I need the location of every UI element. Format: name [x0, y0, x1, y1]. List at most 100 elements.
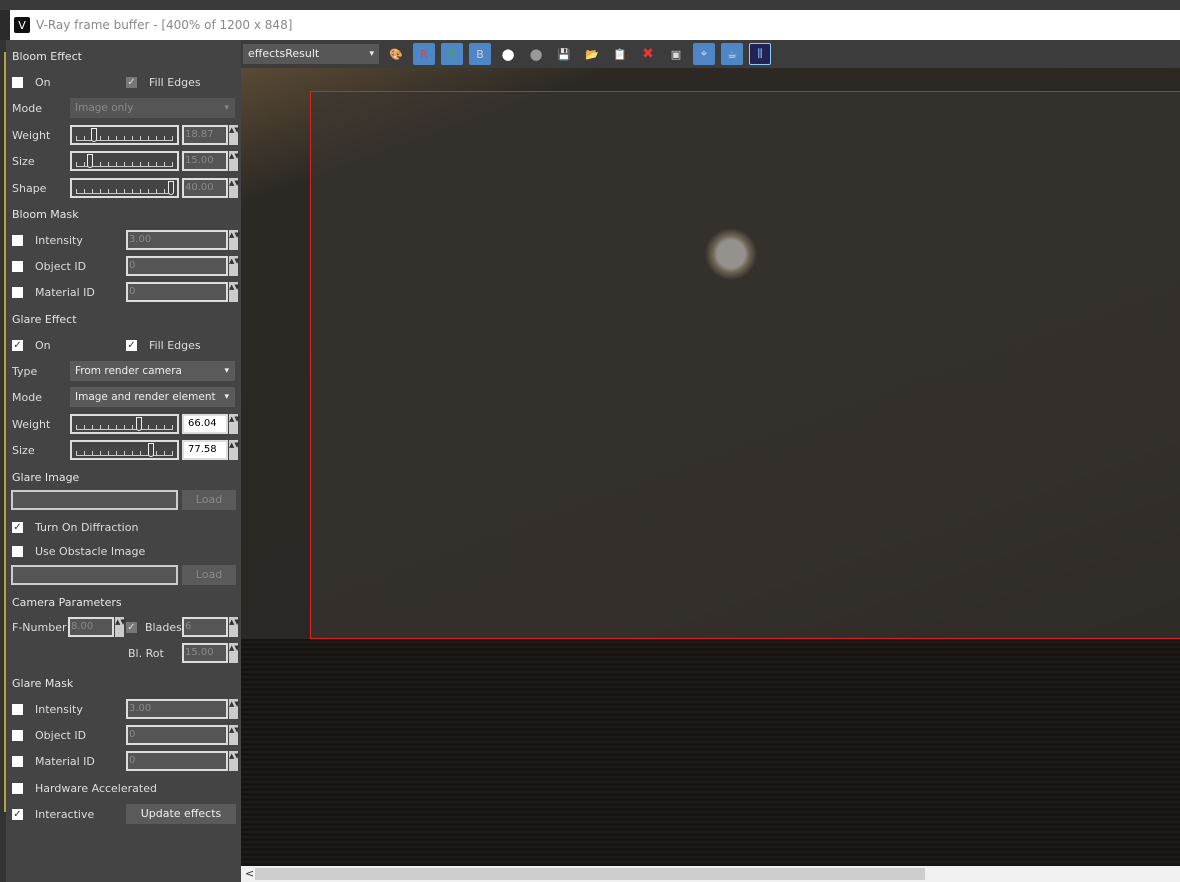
- slider-thumb[interactable]: [90, 128, 97, 142]
- glare-mask-title: Glare Mask: [12, 676, 74, 690]
- bloom-size-slider[interactable]: [70, 151, 179, 171]
- bloom-weight-label: Weight: [12, 128, 51, 142]
- channel-dropdown[interactable]: effectsResult: [243, 44, 379, 64]
- diffraction-checkbox[interactable]: ✓ Turn On Diffraction: [12, 517, 138, 537]
- bloom-mode-dropdown[interactable]: Image only: [70, 98, 235, 118]
- clipboard-icon[interactable]: 📋: [609, 43, 631, 65]
- slider-thumb[interactable]: [147, 443, 154, 457]
- slider-thumb[interactable]: [87, 154, 94, 168]
- viewer-toolbar: effectsResult 🎨 R G B ● ● 💾 📂 📋 ✖ ▣ ⌖ ☕ …: [241, 40, 1180, 68]
- bloom-shape-input[interactable]: 40.00: [182, 178, 228, 198]
- check-icon: ✓: [126, 339, 137, 351]
- red-channel-button[interactable]: R: [413, 43, 435, 65]
- bloom-section-title: Bloom Effect: [12, 49, 82, 63]
- bloom-size-input[interactable]: 15.00: [182, 151, 228, 171]
- spinner-icon[interactable]: ▲▼: [229, 440, 240, 460]
- bloom-shape-slider[interactable]: [70, 178, 179, 198]
- monochrome-icon[interactable]: ●: [525, 43, 547, 65]
- spinner-icon[interactable]: ▲▼: [229, 617, 240, 637]
- hardware-accelerated-checkbox[interactable]: Hardware Accelerated: [12, 778, 157, 798]
- glare-size-slider[interactable]: [70, 440, 179, 460]
- glare-type-dropdown[interactable]: From render camera: [70, 361, 235, 381]
- obstacle-image-path-input[interactable]: [11, 565, 178, 585]
- region-render-icon[interactable]: ⌖: [693, 43, 715, 65]
- color-channels-icon[interactable]: 🎨: [385, 43, 407, 65]
- spinner-icon[interactable]: ▲▼: [229, 699, 240, 719]
- obstacle-image-checkbox[interactable]: Use Obstacle Image: [12, 541, 145, 561]
- glare-fill-edges-checkbox[interactable]: ✓ Fill Edges: [126, 335, 201, 355]
- bloom-mask-object-id-input[interactable]: 0: [126, 256, 228, 276]
- camera-params-title: Camera Parameters: [12, 595, 122, 609]
- bloom-mask-intensity-input[interactable]: 3.00: [126, 230, 228, 250]
- spinner-icon[interactable]: ▲▼: [229, 725, 240, 745]
- teapot-render-icon[interactable]: ☕: [721, 43, 743, 65]
- glare-image-load-button[interactable]: Load: [182, 490, 236, 510]
- bloom-mask-object-id-checkbox[interactable]: Object ID: [12, 256, 86, 276]
- spinner-icon[interactable]: ▲▼: [229, 256, 240, 276]
- bloom-fill-edges-checkbox[interactable]: ✓ Fill Edges: [126, 72, 201, 92]
- blade-rotation-input[interactable]: 15.00: [182, 643, 228, 663]
- bloom-mask-intensity-checkbox[interactable]: Intensity: [12, 230, 83, 250]
- obstacle-image-load-button[interactable]: Load: [182, 565, 236, 585]
- label: Turn On Diffraction: [35, 520, 139, 534]
- green-channel-button[interactable]: G: [441, 43, 463, 65]
- blue-channel-button[interactable]: B: [469, 43, 491, 65]
- spinner-icon[interactable]: ▲▼: [229, 643, 240, 663]
- render-region[interactable]: [310, 91, 1180, 639]
- spinner-icon[interactable]: ▲▼: [229, 282, 240, 302]
- glare-on-checkbox[interactable]: ✓ On: [12, 335, 51, 355]
- interactive-checkbox[interactable]: ✓ Interactive: [12, 804, 94, 824]
- glare-mode-dropdown[interactable]: Image and render element: [70, 387, 235, 407]
- spinner-icon[interactable]: ▲▼: [229, 125, 240, 145]
- slider-thumb[interactable]: [136, 417, 143, 431]
- bloom-mask-material-id-input[interactable]: 0: [126, 282, 228, 302]
- bloom-weight-input[interactable]: 18.87: [182, 125, 228, 145]
- bloom-mask-material-id-checkbox[interactable]: Material ID: [12, 282, 95, 302]
- checkbox-icon: [12, 76, 23, 88]
- bloom-weight-slider[interactable]: [70, 125, 179, 145]
- slider-thumb[interactable]: [168, 181, 174, 195]
- scrollbar-thumb[interactable]: [255, 868, 925, 880]
- checkbox-icon: [12, 782, 23, 794]
- update-effects-button[interactable]: Update effects: [126, 804, 236, 824]
- check-icon: ✓: [126, 76, 137, 88]
- bloom-on-checkbox[interactable]: On: [12, 72, 51, 92]
- track-mouse-icon[interactable]: ⫼: [749, 43, 771, 65]
- glare-size-input[interactable]: 77.58: [182, 440, 228, 460]
- fnumber-input[interactable]: 8.00: [68, 617, 114, 637]
- label: Object ID: [35, 259, 87, 273]
- spinner-icon[interactable]: ▲▼: [229, 151, 240, 171]
- glare-mask-material-id-input[interactable]: 0: [126, 751, 228, 771]
- horizontal-scrollbar[interactable]: <: [241, 866, 1180, 882]
- blades-checkbox[interactable]: ✓ Blades: [126, 617, 182, 637]
- glare-mask-object-id-checkbox[interactable]: Object ID: [12, 725, 86, 745]
- spinner-icon[interactable]: ▲▼: [229, 414, 240, 434]
- lens-effects-panel: Bloom Effect On ✓ Fill Edges Mode Image o…: [0, 40, 241, 882]
- blades-input[interactable]: 6: [182, 617, 228, 637]
- bloom-size-label: Size: [12, 154, 35, 168]
- slider-ticks: [76, 189, 173, 194]
- alpha-white-icon[interactable]: ●: [497, 43, 519, 65]
- window-title: V-Ray frame buffer - [400% of 1200 x 848…: [36, 18, 293, 32]
- open-folder-icon[interactable]: 📂: [581, 43, 603, 65]
- vray-logo-icon: V: [14, 17, 30, 33]
- duplicate-icon[interactable]: ▣: [665, 43, 687, 65]
- spinner-icon[interactable]: ▲▼: [229, 230, 240, 250]
- glare-weight-input[interactable]: 66.04: [182, 414, 228, 434]
- clear-icon[interactable]: ✖: [637, 43, 659, 65]
- glare-mask-intensity-checkbox[interactable]: Intensity: [12, 699, 83, 719]
- glare-mask-material-id-checkbox[interactable]: Material ID: [12, 751, 95, 771]
- spinner-icon[interactable]: ▲▼: [229, 751, 240, 771]
- spinner-icon[interactable]: ▲▼: [229, 178, 240, 198]
- render-image[interactable]: [241, 68, 1180, 866]
- checkbox-icon: [12, 260, 23, 272]
- spinner-icon[interactable]: ▲▼: [115, 617, 126, 637]
- scroll-left-arrow[interactable]: <: [245, 867, 254, 880]
- glare-image-path-input[interactable]: [11, 490, 178, 510]
- glare-mask-object-id-input[interactable]: 0: [126, 725, 228, 745]
- checkbox-icon: [12, 703, 23, 715]
- glare-mask-intensity-input[interactable]: 3.00: [126, 699, 228, 719]
- save-icon[interactable]: 💾: [553, 43, 575, 65]
- glare-weight-slider[interactable]: [70, 414, 179, 434]
- label: Interactive: [35, 807, 95, 821]
